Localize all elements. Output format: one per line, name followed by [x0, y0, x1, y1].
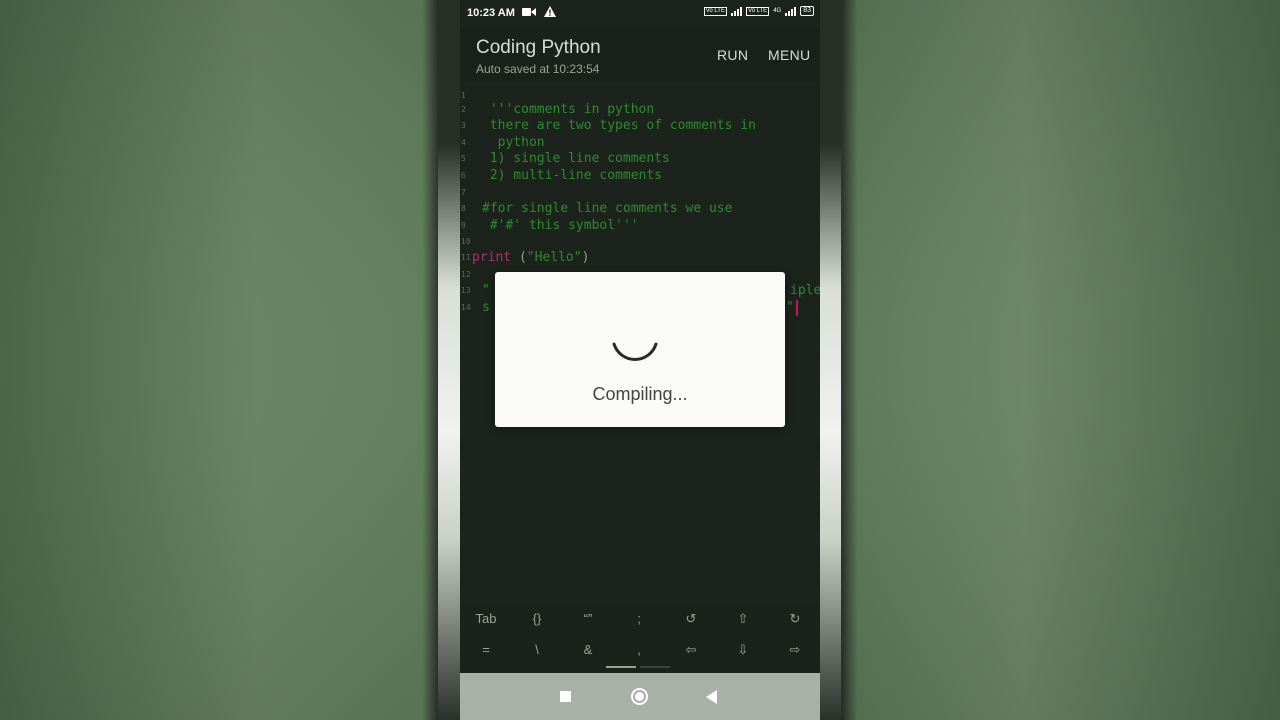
battery-level: 83: [803, 7, 811, 14]
line-number: 13: [461, 286, 471, 295]
volte-badge-2: Vo LTE: [745, 6, 770, 16]
code-text: python: [482, 135, 545, 150]
code-text: 1) single line comments: [482, 151, 670, 166]
line-number: 6: [461, 171, 466, 180]
recent-apps-icon[interactable]: [560, 691, 571, 702]
status-notification-icons: [522, 6, 556, 17]
extra-keys-bar: Tab {} “” ; ↺ ⇧ ↻ = \ & , ⇦ ⇩ ⇨: [460, 604, 820, 672]
line-number: 12: [461, 270, 471, 279]
line-number: 14: [461, 303, 471, 312]
arrow-down-icon[interactable]: ⇩: [717, 642, 769, 658]
key-quotes[interactable]: “”: [562, 611, 614, 626]
line-number: 1: [461, 91, 466, 100]
text-cursor: [796, 300, 798, 316]
code-text: '''comments in python: [482, 102, 655, 117]
code-text: 2) multi-line comments: [482, 168, 663, 183]
menu-button[interactable]: MENU: [768, 47, 810, 63]
run-button[interactable]: RUN: [717, 47, 748, 63]
key-braces[interactable]: {}: [511, 611, 563, 626]
arrow-right-icon[interactable]: ⇨: [769, 642, 820, 658]
system-nav-bar: [460, 673, 820, 720]
status-time: 10:23 AM: [467, 7, 515, 19]
back-icon[interactable]: [706, 690, 717, 704]
status-bar: 10:23 AM Vo LTE Vo LTE 4G 83: [460, 0, 820, 28]
battery-icon: 83: [800, 6, 814, 16]
compiling-dialog: Compiling...: [495, 272, 785, 427]
network-type: 4G: [773, 8, 782, 14]
line-number: 3: [461, 121, 466, 130]
arrow-left-icon[interactable]: ⇦: [665, 642, 717, 658]
key-comma[interactable]: ,: [613, 642, 665, 657]
code-text: s: [482, 300, 490, 315]
key-equals[interactable]: =: [460, 642, 512, 657]
page-indicator-inactive: [640, 666, 670, 668]
video-camera-icon: [522, 7, 536, 16]
line-number: 5: [461, 154, 466, 163]
code-text: #for single line comments we use: [482, 201, 733, 216]
status-system-icons: Vo LTE Vo LTE 4G 83: [703, 6, 814, 16]
app-title: Coding Python: [476, 37, 601, 58]
page-indicator-active: [606, 666, 636, 668]
line-number: 8: [461, 204, 466, 213]
shift-up-icon[interactable]: ⇧: [717, 611, 769, 627]
app-bar: Coding Python Auto saved at 10:23:54 RUN…: [460, 28, 820, 82]
key-ampersand[interactable]: &: [562, 642, 614, 657]
undo-icon[interactable]: ↺: [665, 611, 717, 627]
signal-icon-2: [785, 6, 797, 16]
line-number: 7: [461, 188, 466, 197]
string-literal: "Hello": [526, 250, 582, 265]
line-number: 4: [461, 138, 466, 147]
phone-edge-left: [438, 0, 460, 720]
code-text-partial: ": [786, 300, 794, 315]
signal-icon-1: [730, 6, 742, 16]
phone-screen: 10:23 AM Vo LTE Vo LTE 4G 83 Coding Pyth…: [460, 0, 820, 720]
volte-badge-1: Vo LTE: [703, 6, 727, 16]
paren-close: ): [581, 250, 590, 265]
line-number: 2: [461, 105, 466, 114]
keyword-print: print: [472, 250, 512, 265]
line-number: 9: [461, 221, 466, 230]
loading-spinner-icon: [612, 342, 658, 361]
code-text: ": [482, 283, 490, 298]
warning-icon: [544, 6, 556, 17]
key-backslash[interactable]: \: [511, 642, 563, 657]
line-number: 10: [461, 237, 471, 246]
code-text: #'#' this symbol''': [482, 218, 639, 233]
key-tab[interactable]: Tab: [460, 611, 512, 626]
line-number: 11: [461, 253, 471, 262]
redo-icon[interactable]: ↻: [769, 611, 820, 627]
dialog-message: Compiling...: [592, 384, 688, 404]
key-semicolon[interactable]: ;: [613, 611, 665, 626]
paren-open: (: [511, 250, 527, 265]
code-text: there are two types of comments in: [482, 118, 756, 133]
code-text-partial: iple: [790, 283, 820, 298]
autosave-status: Auto saved at 10:23:54: [476, 62, 600, 76]
home-icon[interactable]: [631, 688, 648, 705]
code-text: print ("Hello"): [472, 250, 589, 265]
phone-edge-right: [820, 0, 841, 720]
